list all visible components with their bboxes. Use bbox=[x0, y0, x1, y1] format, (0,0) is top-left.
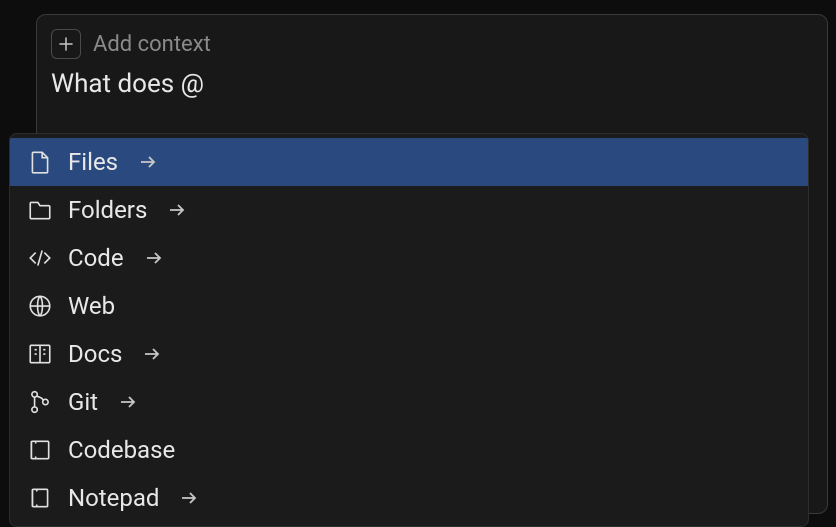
menu-item-code[interactable]: Code bbox=[10, 234, 808, 282]
notepad-icon bbox=[26, 484, 54, 512]
arrow-right-icon bbox=[116, 390, 140, 414]
git-icon bbox=[26, 388, 54, 416]
menu-item-label: Docs bbox=[68, 340, 122, 368]
menu-item-git[interactable]: Git bbox=[10, 378, 808, 426]
add-context-button[interactable] bbox=[51, 29, 81, 59]
file-icon bbox=[26, 148, 54, 176]
menu-item-label: Notepad bbox=[68, 484, 159, 512]
menu-item-label: Git bbox=[68, 388, 98, 416]
context-dropdown: Files Folders Code bbox=[9, 133, 809, 527]
book-icon bbox=[26, 340, 54, 368]
menu-item-files[interactable]: Files bbox=[10, 138, 808, 186]
menu-item-docs[interactable]: Docs bbox=[10, 330, 808, 378]
context-panel: Add context What does @ Files Folders bbox=[36, 14, 828, 514]
menu-item-notepad[interactable]: Notepad bbox=[10, 474, 808, 522]
add-context-label: Add context bbox=[93, 32, 211, 57]
arrow-right-icon bbox=[177, 486, 201, 510]
menu-item-label: Web bbox=[68, 292, 115, 320]
folder-icon bbox=[26, 196, 54, 224]
menu-item-codebase[interactable]: Codebase bbox=[10, 426, 808, 474]
menu-item-label: Files bbox=[68, 148, 118, 176]
arrow-right-icon bbox=[136, 150, 160, 174]
arrow-right-icon bbox=[165, 198, 189, 222]
arrow-right-icon bbox=[140, 342, 164, 366]
prompt-input[interactable]: What does @ bbox=[37, 65, 827, 109]
prompt-input-text: What does @ bbox=[51, 69, 204, 99]
globe-icon bbox=[26, 292, 54, 320]
menu-item-label: Folders bbox=[68, 196, 147, 224]
menu-item-web[interactable]: Web bbox=[10, 282, 808, 330]
menu-item-label: Code bbox=[68, 244, 124, 272]
plus-icon bbox=[57, 35, 75, 53]
menu-item-label: Codebase bbox=[68, 436, 175, 464]
arrow-right-icon bbox=[142, 246, 166, 270]
codebase-icon bbox=[26, 436, 54, 464]
code-icon bbox=[26, 244, 54, 272]
header-row: Add context bbox=[37, 15, 827, 65]
menu-item-folders[interactable]: Folders bbox=[10, 186, 808, 234]
